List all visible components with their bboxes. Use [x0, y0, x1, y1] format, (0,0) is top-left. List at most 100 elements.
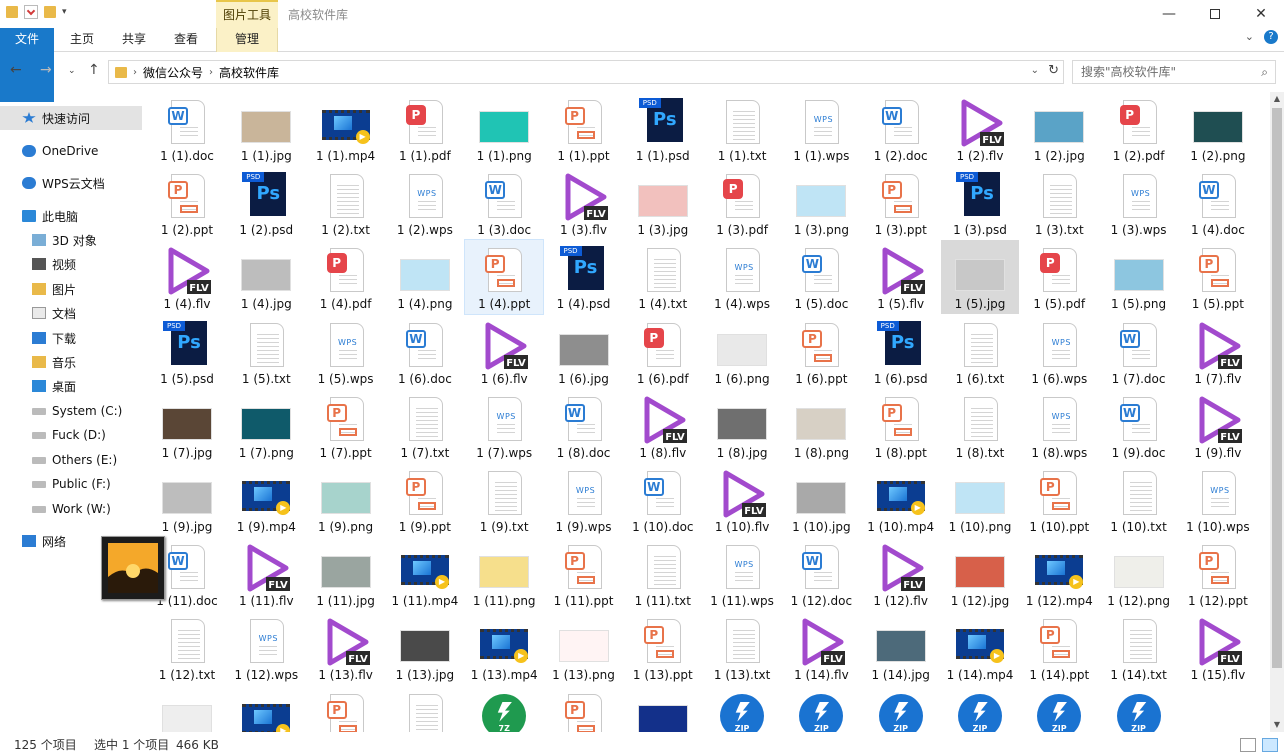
file-item[interactable]: 1 (2).jpg [1020, 92, 1098, 166]
file-item[interactable]: ZIP [1020, 686, 1098, 732]
file-item[interactable]: W1 (10).doc [624, 463, 702, 537]
file-item[interactable]: Ps PSD 1 (3).psd [941, 166, 1019, 240]
file-item[interactable]: P [307, 686, 385, 732]
file-item[interactable]: ▶ 1 (12).mp4 [1020, 537, 1098, 611]
breadcrumb-segment[interactable]: 高校软件库 [219, 64, 279, 81]
tab-manage[interactable]: 管理 [216, 28, 278, 52]
file-item[interactable]: 1 (2).txt [307, 166, 385, 240]
file-item[interactable]: 1 (10).png [941, 463, 1019, 537]
file-item[interactable]: ▶ 1 (11).mp4 [386, 537, 464, 611]
nav-item[interactable]: 下载 [0, 326, 142, 350]
file-item[interactable]: WPS 1 (2).wps [386, 166, 464, 240]
nav-item[interactable]: 文档 [0, 301, 142, 325]
file-item[interactable]: 1 (5).png [1100, 240, 1178, 314]
file-item[interactable]: ▶ 1 (10).mp4 [862, 463, 940, 537]
file-item[interactable]: FLV 1 (5).flv [862, 240, 940, 314]
file-item[interactable]: ZIP [1100, 686, 1178, 732]
tab-share[interactable]: 共享 [112, 28, 156, 52]
refresh-icon[interactable]: ↻ [1048, 63, 1059, 78]
file-item[interactable]: P [545, 686, 623, 732]
file-item[interactable]: P1 (5).ppt [1179, 240, 1257, 314]
maximize-button[interactable] [1192, 0, 1238, 28]
file-item[interactable]: W1 (4).doc [1179, 166, 1257, 240]
file-item[interactable]: ZIP [703, 686, 781, 732]
file-item[interactable]: P1 (8).ppt [862, 389, 940, 463]
forward-arrow-icon[interactable]: → [40, 62, 52, 78]
file-item[interactable]: P1 (6).ppt [782, 315, 860, 389]
scrollbar-thumb[interactable] [1272, 108, 1282, 668]
file-item[interactable]: P1 (7).ppt [307, 389, 385, 463]
file-item[interactable]: 1 (12).txt [148, 611, 226, 685]
file-item[interactable]: P1 (12).ppt [1179, 537, 1257, 611]
file-item[interactable]: 1 (1).png [465, 92, 543, 166]
file-item[interactable]: 1 (8).jpg [703, 389, 781, 463]
file-item[interactable]: W1 (3).doc [465, 166, 543, 240]
file-item[interactable]: P1 (11).ppt [545, 537, 623, 611]
file-item[interactable]: WPS 1 (8).wps [1020, 389, 1098, 463]
file-item[interactable]: 7Z [465, 686, 543, 732]
file-item[interactable]: Ps PSD 1 (5).psd [148, 315, 226, 389]
nav-item[interactable]: OneDrive [0, 139, 142, 163]
file-item[interactable]: 1 (7).txt [386, 389, 464, 463]
recent-locations-icon[interactable]: ⌄ [68, 66, 76, 76]
file-item[interactable]: ▶ [227, 686, 305, 732]
expand-ribbon-icon[interactable]: ⌄ [1245, 30, 1254, 44]
file-item[interactable]: 1 (3).jpg [624, 166, 702, 240]
file-item[interactable]: ZIP [782, 686, 860, 732]
file-item[interactable]: WPS 1 (12).wps [227, 611, 305, 685]
file-item[interactable]: ZIP [862, 686, 940, 732]
file-item[interactable]: FLV 1 (3).flv [545, 166, 623, 240]
up-arrow-icon[interactable]: ↑ [88, 62, 100, 78]
file-item[interactable]: 1 (13).png [545, 611, 623, 685]
file-item[interactable]: FLV 1 (7).flv [1179, 315, 1257, 389]
file-item[interactable]: 1 (8).png [782, 389, 860, 463]
details-view-icon[interactable] [1240, 738, 1256, 752]
nav-item[interactable]: 3D 对象 [0, 228, 142, 252]
file-item[interactable]: P1 (10).ppt [1020, 463, 1098, 537]
back-arrow-icon[interactable]: ← [10, 62, 22, 78]
file-item[interactable]: ZIP [941, 686, 1019, 732]
scroll-down-icon[interactable]: ▼ [1270, 718, 1284, 732]
address-bar[interactable]: › 微信公众号 › 高校软件库 ⌄ ↻ [108, 60, 1064, 84]
file-item[interactable] [386, 686, 464, 732]
file-item[interactable]: 1 (6).png [703, 315, 781, 389]
file-item[interactable]: P1 (9).ppt [386, 463, 464, 537]
file-item[interactable]: 1 (11).png [465, 537, 543, 611]
nav-item[interactable]: Others (E:) [0, 448, 142, 472]
file-item[interactable]: WPS 1 (11).wps [703, 537, 781, 611]
file-item[interactable]: WPS 1 (10).wps [1179, 463, 1257, 537]
file-item[interactable]: 1 (8).txt [941, 389, 1019, 463]
tab-home[interactable]: 主页 [60, 28, 104, 52]
file-item[interactable]: FLV 1 (11).flv [227, 537, 305, 611]
file-item[interactable]: FLV 1 (14).flv [782, 611, 860, 685]
large-icons-view-icon[interactable] [1262, 738, 1278, 752]
file-item[interactable]: W1 (9).doc [1100, 389, 1178, 463]
file-item[interactable]: 1 (12).png [1100, 537, 1178, 611]
file-item[interactable]: FLV 1 (9).flv [1179, 389, 1257, 463]
file-item[interactable]: 1 (3).txt [1020, 166, 1098, 240]
nav-item[interactable]: 音乐 [0, 350, 142, 374]
close-button[interactable]: ✕ [1238, 0, 1284, 28]
file-item[interactable]: 1 (5).txt [227, 315, 305, 389]
nav-item[interactable]: Work (W:) [0, 497, 142, 521]
file-item[interactable]: WPS 1 (9).wps [545, 463, 623, 537]
file-item[interactable]: W1 (1).doc [148, 92, 226, 166]
file-item[interactable]: 1 (3).png [782, 166, 860, 240]
file-item[interactable]: P1 (5).pdf [1020, 240, 1098, 314]
file-item[interactable]: FLV 1 (8).flv [624, 389, 702, 463]
file-item[interactable]: P1 (14).ppt [1020, 611, 1098, 685]
file-item[interactable]: 1 (4).jpg [227, 240, 305, 314]
file-item[interactable]: 1 (1).txt [703, 92, 781, 166]
file-item[interactable]: Ps PSD 1 (1).psd [624, 92, 702, 166]
tab-view[interactable]: 查看 [164, 28, 208, 52]
file-item[interactable]: WPS 1 (4).wps [703, 240, 781, 314]
file-item[interactable]: W1 (5).doc [782, 240, 860, 314]
file-item[interactable]: FLV 1 (10).flv [703, 463, 781, 537]
file-item[interactable]: 1 (10).jpg [782, 463, 860, 537]
file-item[interactable] [624, 686, 702, 732]
file-item[interactable]: WPS 1 (5).wps [307, 315, 385, 389]
minimize-button[interactable]: — [1146, 0, 1192, 28]
vertical-scrollbar[interactable]: ▲ ▼ [1270, 92, 1284, 732]
file-item[interactable]: 1 (6).txt [941, 315, 1019, 389]
file-item[interactable]: Ps PSD 1 (2).psd [227, 166, 305, 240]
